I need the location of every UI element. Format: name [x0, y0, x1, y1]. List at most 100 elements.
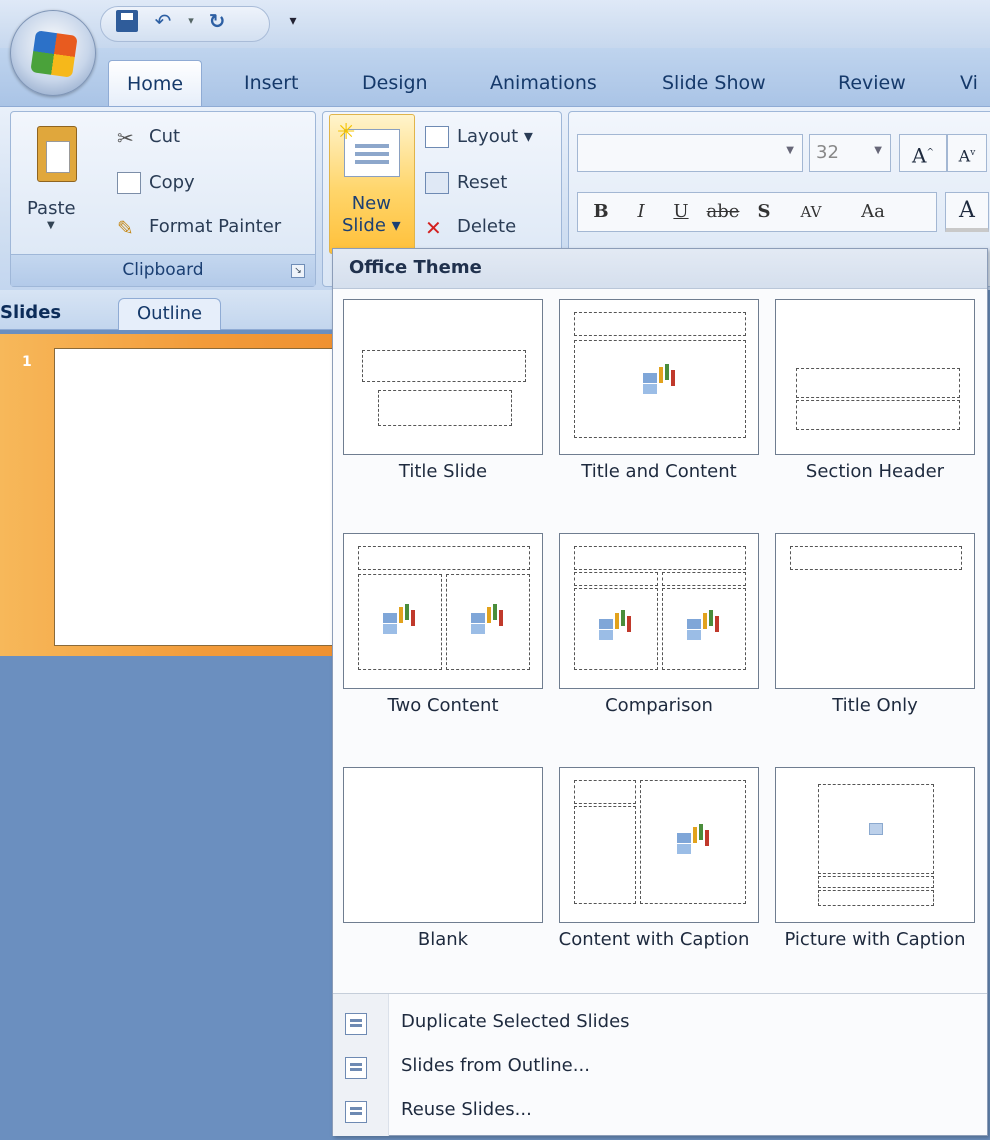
font-size-value: 32 [816, 142, 839, 163]
content-types-icon [687, 611, 721, 639]
layout-title-and-content[interactable]: Title and Content [549, 299, 759, 525]
quick-access-toolbar: ↶ ▾ ↻ ▾ [0, 0, 990, 48]
layout-section-header[interactable]: Section Header [765, 299, 975, 525]
copy-label: Copy [149, 172, 195, 193]
copy-icon [117, 172, 141, 194]
tab-slide-show[interactable]: Slide Show [658, 60, 770, 106]
new-slide-button[interactable]: New Slide ▾ [329, 114, 415, 254]
layout-label: Picture with Caption [784, 929, 966, 950]
format-painter-label: Format Painter [149, 216, 282, 237]
save-icon[interactable] [116, 10, 138, 32]
left-heading-placeholder [574, 572, 658, 586]
slide-number: 1 [22, 354, 32, 370]
slide-thumbnail[interactable] [54, 348, 340, 646]
text-placeholder [796, 400, 960, 430]
layout-label: Blank [417, 929, 469, 950]
duplicate-selected-slides-item[interactable]: Duplicate Selected Slides [333, 1001, 987, 1045]
new-slide-gallery: Office Theme Title Slide Title and Conte… [332, 248, 988, 1136]
right-heading-placeholder [662, 572, 746, 586]
content-placeholder [640, 780, 746, 904]
title-placeholder [362, 350, 526, 382]
underline-button[interactable]: U [663, 192, 699, 232]
layout-thumb [559, 767, 759, 923]
paste-button[interactable]: Paste [27, 198, 76, 219]
picture-placeholder [818, 784, 934, 874]
duplicate-slides-icon [345, 1013, 367, 1035]
layout-content-with-caption[interactable]: Content with Caption [549, 767, 759, 993]
delete-button[interactable]: ✕ Delete [425, 216, 516, 240]
title-placeholder [574, 312, 746, 336]
layout-blank[interactable]: Blank [333, 767, 543, 993]
reuse-slides-item[interactable]: Reuse Slides... [333, 1089, 987, 1133]
layout-label: Comparison [605, 695, 713, 716]
tab-review[interactable]: Review [834, 60, 910, 106]
tab-insert[interactable]: Insert [240, 60, 303, 106]
bold-button[interactable]: B [583, 192, 619, 232]
content-types-icon [383, 605, 417, 633]
font-color-button[interactable]: A [945, 192, 989, 232]
layout-title-slide[interactable]: Title Slide [333, 299, 543, 525]
paste-icon[interactable] [37, 126, 77, 182]
clipboard-group: Paste ▼ ✂ Cut Copy ✎ Format Painter Clipbo… [10, 111, 316, 287]
font-size-combo[interactable]: 32 ▼ [809, 134, 891, 172]
layout-thumb [343, 533, 543, 689]
clipboard-launcher-icon[interactable]: ↘ [291, 264, 305, 278]
left-content-placeholder [574, 588, 658, 670]
character-spacing-button[interactable]: AV [783, 192, 839, 232]
layout-thumb [775, 533, 975, 689]
reuse-slides-icon [345, 1101, 367, 1123]
content-types-icon [643, 365, 677, 393]
font-name-combo[interactable]: ▼ [577, 134, 803, 172]
layout-icon [425, 126, 449, 148]
layout-picture-with-caption[interactable]: Picture with Caption [765, 767, 975, 993]
strikethrough-button[interactable]: abe [701, 192, 745, 232]
undo-icon[interactable]: ↶ [152, 10, 174, 32]
clipboard-group-label: Clipboard [11, 254, 315, 286]
tab-view[interactable]: Vi [956, 60, 982, 106]
customize-toolbar-icon[interactable]: ▾ [282, 10, 304, 32]
title-placeholder [796, 368, 960, 398]
undo-dropdown-icon[interactable]: ▾ [180, 10, 202, 32]
italic-button[interactable]: I [623, 192, 659, 232]
layout-title-only[interactable]: Title Only [765, 533, 975, 759]
gallery-separator [333, 993, 987, 994]
tab-animations[interactable]: Animations [486, 60, 601, 106]
change-case-button[interactable]: Aa [845, 192, 901, 232]
tab-home[interactable]: Home [108, 60, 203, 106]
slides-from-outline-item[interactable]: Slides from Outline... [333, 1045, 987, 1089]
layout-thumb [559, 299, 759, 455]
menu-item-label: Duplicate Selected Slides [401, 1011, 630, 1032]
paste-dropdown-icon[interactable]: ▼ [47, 220, 55, 231]
layout-thumb [343, 767, 543, 923]
office-button[interactable] [10, 10, 96, 96]
redo-icon[interactable]: ↻ [206, 10, 228, 32]
cut-label: Cut [149, 126, 181, 147]
layout-two-content[interactable]: Two Content [333, 533, 543, 759]
tab-slides[interactable]: Slides [0, 298, 61, 330]
layout-comparison[interactable]: Comparison [549, 533, 759, 759]
cut-button[interactable]: ✂ Cut [117, 126, 181, 150]
layout-thumb [775, 767, 975, 923]
subtitle-placeholder [378, 390, 512, 426]
layout-label: Layout ▾ [457, 126, 533, 147]
layout-thumb [559, 533, 759, 689]
format-painter-button[interactable]: ✎ Format Painter [117, 216, 282, 240]
reset-label: Reset [457, 172, 508, 193]
title-placeholder [574, 780, 636, 804]
format-painter-icon: ✎ [117, 216, 134, 240]
new-slide-label: New Slide ▾ [342, 193, 401, 237]
grow-font-button[interactable]: A^ [899, 134, 947, 172]
content-types-icon [599, 611, 633, 639]
layout-label: Two Content [387, 695, 499, 716]
tab-design[interactable]: Design [358, 60, 432, 106]
layout-button[interactable]: Layout ▾ [425, 126, 533, 148]
font-name-dropdown-icon: ▼ [786, 145, 794, 156]
copy-button[interactable]: Copy [117, 172, 195, 194]
shadow-button[interactable]: S [749, 192, 779, 232]
content-types-icon [471, 605, 505, 633]
reset-button[interactable]: Reset [425, 172, 507, 194]
left-content-placeholder [358, 574, 442, 670]
shrink-font-button[interactable]: Av [947, 134, 987, 172]
tab-outline[interactable]: Outline [118, 298, 222, 330]
gallery-header: Office Theme [333, 249, 987, 289]
